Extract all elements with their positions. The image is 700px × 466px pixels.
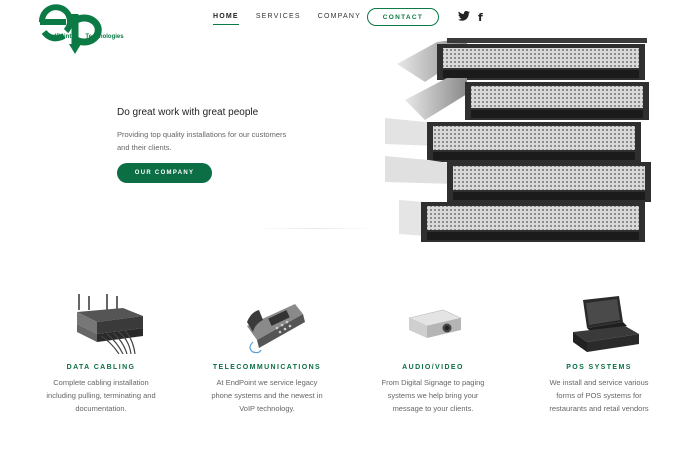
nav-company[interactable]: COMPANY	[318, 13, 361, 25]
service-description: Complete cabling installation including …	[46, 378, 156, 413]
service-title: POS SYSTEMS	[566, 364, 632, 371]
network-switch-icon	[77, 294, 143, 354]
nav-services[interactable]: SERVICES	[256, 13, 301, 25]
twitter-icon[interactable]	[458, 11, 470, 21]
facebook-icon[interactable]: f	[478, 11, 483, 24]
server-rack-image	[385, 38, 651, 242]
logo-wordmark: EndPoint Technologies	[45, 34, 124, 40]
service-pos-systems: POS SYSTEMS We install and service vario…	[529, 292, 669, 415]
service-description: We install and service various forms of …	[549, 378, 649, 413]
nav-home[interactable]: HOME	[213, 13, 239, 25]
endpoint-logo[interactable]	[38, 4, 130, 56]
desk-phone-icon	[247, 304, 305, 354]
service-title: AUDIO/VIDEO	[402, 364, 464, 371]
pos-terminal-icon	[573, 296, 639, 352]
contact-button[interactable]: CONTACT	[367, 8, 439, 26]
service-data-cabling: DATA CABLING Complete cabling installati…	[31, 292, 171, 415]
logo-word-left: EndPoint	[45, 34, 72, 40]
projector-icon	[408, 309, 462, 338]
logo-word-right: Technologies	[85, 34, 124, 40]
service-telecommunications: TELECOMMUNICATIONS At EndPoint we servic…	[197, 292, 337, 415]
service-description: From Digital Signage to paging systems w…	[381, 378, 485, 413]
service-audio-video: AUDIO/VIDEO From Digital Signage to pagi…	[363, 292, 503, 415]
hero-divider	[255, 228, 375, 229]
service-title: DATA CABLING	[66, 364, 136, 371]
main-nav: HOME SERVICES COMPANY	[213, 13, 378, 25]
our-company-button[interactable]: OUR COMPANY	[117, 163, 212, 183]
service-title: TELECOMMUNICATIONS	[212, 364, 322, 371]
hero-title: Do great work with great people	[117, 107, 259, 118]
service-description: At EndPoint we service legacy phone syst…	[211, 378, 323, 413]
hero-subtitle: Providing top quality installations for …	[117, 130, 287, 152]
